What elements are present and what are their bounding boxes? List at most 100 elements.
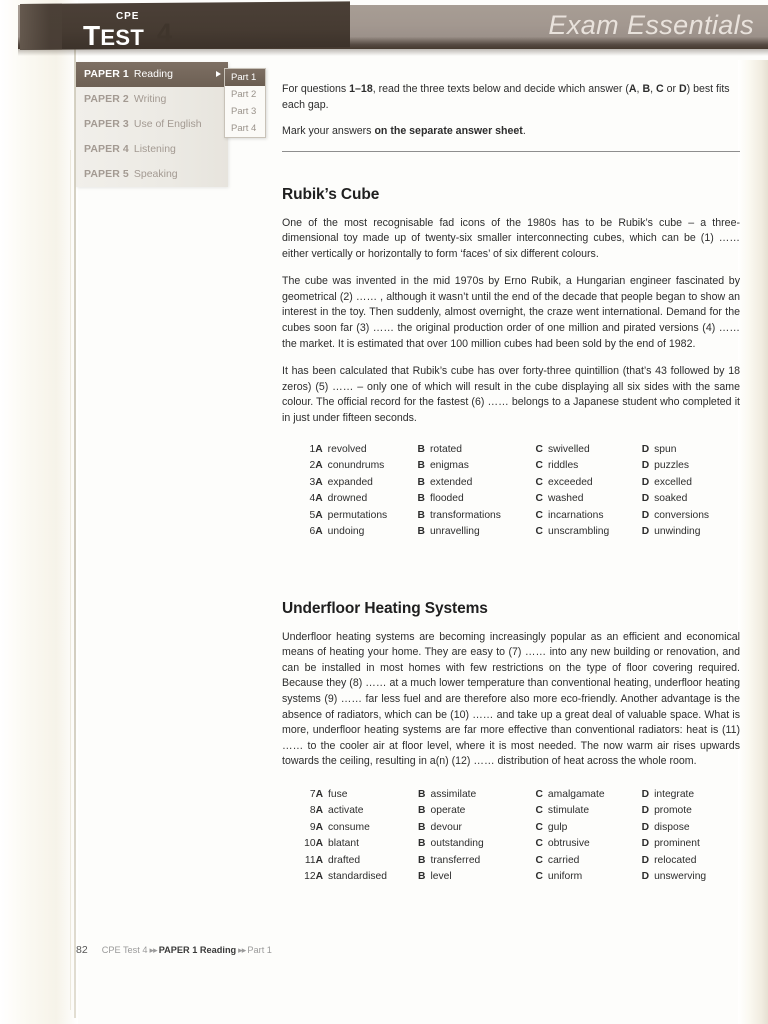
option-b[interactable]: Bflooded	[418, 492, 536, 509]
instructions-line-1: For questions 1–18, read the three texts…	[282, 83, 730, 111]
option-b[interactable]: Boutstanding	[418, 837, 535, 854]
option-c[interactable]: Cobtrusive	[535, 837, 641, 854]
option-a[interactable]: Aundoing	[315, 525, 417, 542]
question-number: 5	[309, 509, 316, 521]
footer-skill: Reading	[199, 945, 237, 955]
question-number: 6	[309, 526, 316, 538]
option-b[interactable]: Benigmas	[418, 459, 536, 476]
option-d[interactable]: Dsoaked	[642, 492, 740, 509]
rubiks-paragraph-2: The cube was invented in the mid 1970s b…	[282, 275, 740, 350]
option-c[interactable]: Camalgamate	[535, 788, 641, 805]
instructions-line-2: Mark your answers on the separate answer…	[282, 124, 740, 140]
option-c[interactable]: Cwashed	[536, 492, 642, 509]
option-b-text: devour	[430, 821, 462, 833]
option-b[interactable]: Btransformations	[418, 509, 536, 526]
option-d[interactable]: Dunwinding	[642, 525, 740, 542]
option-d-text: prominent	[654, 838, 700, 850]
option-d[interactable]: Dpuzzles	[642, 459, 740, 476]
option-b-text: transformations	[429, 509, 501, 521]
question-number: 1	[309, 443, 316, 455]
sidebar-item-paper-1[interactable]: PAPER 1 Reading	[76, 62, 228, 87]
question-number: 11	[304, 854, 316, 866]
option-b[interactable]: Boperate	[418, 804, 535, 821]
option-a[interactable]: Aconundrums	[315, 459, 417, 476]
test-number: 4	[157, 18, 173, 48]
option-c-text: riddles	[547, 460, 579, 472]
option-b[interactable]: Bdevour	[418, 821, 535, 838]
banner-drop-shadow	[18, 49, 768, 56]
option-b-text: transferred	[430, 854, 481, 866]
option-c[interactable]: Criddles	[536, 459, 642, 476]
sidebar-item-paper-5-label: Speaking	[133, 168, 178, 180]
option-c[interactable]: Cunscrambling	[536, 525, 642, 542]
table-row: 12 Astandardised Blevel Cuniform Dunswer…	[296, 870, 740, 887]
part-submenu[interactable]: Part 1 Part 2 Part 3 Part 4	[224, 68, 266, 138]
option-a[interactable]: Adrowned	[315, 492, 417, 509]
option-d[interactable]: Dpromote	[642, 804, 740, 821]
instr2-post: .	[522, 125, 526, 137]
option-c[interactable]: Cswivelled	[536, 443, 642, 460]
option-d-text: puzzles	[654, 460, 690, 472]
submenu-item-part-2[interactable]: Part 2	[225, 86, 265, 103]
option-b[interactable]: Btransferred	[418, 854, 535, 871]
option-a-text: expanded	[327, 476, 373, 488]
option-a[interactable]: Ablatant	[316, 837, 418, 854]
instr-question-range: 1–18	[349, 83, 373, 95]
option-c[interactable]: Ccarried	[535, 854, 641, 871]
option-c[interactable]: Cstimulate	[535, 804, 641, 821]
options-table-1-6: 1 Arevolved Brotated Cswivelled Dspun 2 …	[296, 443, 740, 542]
rubiks-paragraph-1: One of the most recognisable fad icons o…	[282, 216, 740, 260]
table-row: 9 Aconsume Bdevour Cgulp Ddispose	[296, 821, 740, 838]
option-d[interactable]: Dunswerving	[642, 870, 740, 887]
option-b[interactable]: Bunravelling	[418, 525, 536, 542]
option-a[interactable]: Apermutations	[315, 509, 417, 526]
sidebar-item-paper-5[interactable]: PAPER 5 Speaking	[76, 162, 228, 187]
option-a[interactable]: Aactivate	[316, 804, 418, 821]
submenu-item-part-4[interactable]: Part 4	[225, 120, 265, 137]
option-a[interactable]: Aconsume	[316, 821, 418, 838]
option-a-text: drowned	[327, 493, 368, 505]
option-d[interactable]: Dintegrate	[642, 788, 740, 805]
option-b-text: level	[430, 871, 452, 883]
option-b[interactable]: Bassimilate	[418, 788, 535, 805]
option-d[interactable]: Dprominent	[642, 837, 740, 854]
option-a-text: undoing	[327, 526, 365, 538]
option-b-text: operate	[430, 805, 466, 817]
option-d-text: unwinding	[654, 526, 701, 538]
option-b[interactable]: Brotated	[418, 443, 536, 460]
option-c[interactable]: Cgulp	[535, 821, 641, 838]
option-d[interactable]: Dspun	[642, 443, 740, 460]
submenu-item-part-3[interactable]: Part 3	[225, 103, 265, 120]
option-a[interactable]: Arevolved	[315, 443, 417, 460]
option-a[interactable]: Afuse	[316, 788, 418, 805]
question-number: 9	[309, 821, 316, 833]
sidebar-item-paper-4-number: PAPER 4	[84, 143, 129, 155]
submenu-item-part-1[interactable]: Part 1	[225, 69, 265, 86]
option-b[interactable]: Blevel	[418, 870, 535, 887]
option-b-text: extended	[429, 476, 473, 488]
paper-nav-menu[interactable]: PAPER 1 Reading PAPER 2 Writing PAPER 3 Use…	[76, 62, 228, 187]
main-content: For questions 1–18, read the three texts…	[282, 82, 740, 887]
option-d[interactable]: Ddispose	[642, 821, 740, 838]
option-d[interactable]: Dexcelled	[642, 476, 740, 493]
option-d[interactable]: Drelocated	[642, 854, 740, 871]
instr-pre: For questions	[282, 83, 350, 95]
table-row: 3 Aexpanded Bextended Cexceeded Dexcelle…	[296, 476, 740, 493]
table-row: 5 Apermutations Btransformations Cincarn…	[296, 509, 740, 526]
sidebar-item-paper-4[interactable]: PAPER 4 Listening	[76, 137, 228, 162]
option-c-text: uniform	[547, 871, 583, 883]
horizontal-rule	[282, 150, 740, 152]
option-d[interactable]: Dconversions	[642, 509, 740, 526]
sidebar-item-paper-3[interactable]: PAPER 3 Use of English	[76, 112, 228, 137]
option-c[interactable]: Cexceeded	[536, 476, 642, 493]
option-d-text: integrate	[654, 788, 695, 800]
option-c[interactable]: Cincarnations	[536, 509, 642, 526]
option-a[interactable]: Adrafted	[316, 854, 418, 871]
sidebar-item-paper-2[interactable]: PAPER 2 Writing	[76, 87, 228, 112]
option-a[interactable]: Aexpanded	[315, 476, 417, 493]
option-c[interactable]: Cuniform	[535, 870, 641, 887]
table-row: 2 Aconundrums Benigmas Criddles Dpuzzles	[296, 459, 740, 476]
option-a[interactable]: Astandardised	[316, 870, 418, 887]
option-b[interactable]: Bextended	[418, 476, 536, 493]
underfloor-paragraph-1: Underfloor heating systems are becoming …	[282, 630, 740, 768]
